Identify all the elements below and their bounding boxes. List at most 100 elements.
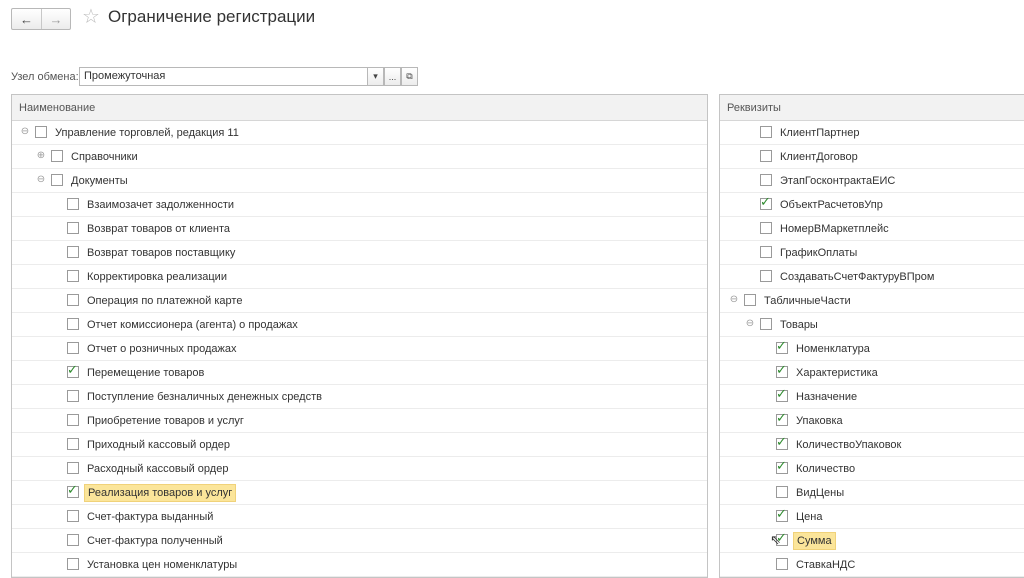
tree-row[interactable]: ✓ КоличествоУпаковок xyxy=(720,433,1024,457)
tree-row[interactable]: ✓ Количество xyxy=(720,457,1024,481)
tree-row[interactable]: ⊖ ТабличныеЧасти xyxy=(720,289,1024,313)
row-checkbox[interactable]: ✓ xyxy=(67,363,79,378)
tree-row[interactable]: Возврат товаров от клиента xyxy=(12,217,707,241)
tree-row[interactable]: Счет-фактура полученный xyxy=(12,529,707,553)
collapse-icon[interactable]: ⊖ xyxy=(36,175,46,185)
tree-row[interactable]: Возврат товаров поставщику xyxy=(12,241,707,265)
row-label: Возврат товаров поставщику xyxy=(87,247,236,259)
tree-row[interactable]: Операция по платежной карте xyxy=(12,289,707,313)
row-checkbox[interactable]: ✓ xyxy=(776,435,788,450)
open-icon[interactable]: ⧉ xyxy=(401,67,418,86)
tree-row[interactable]: ЭтапГосконтрактаЕИС xyxy=(720,169,1024,193)
expand-icon[interactable]: ⊕ xyxy=(36,151,46,161)
row-label: Цена xyxy=(796,511,823,523)
row-checkbox[interactable]: ✓ xyxy=(67,483,79,498)
dropdown-icon[interactable]: ▾ xyxy=(367,67,384,86)
star-icon[interactable]: ☆ xyxy=(80,6,102,28)
row-checkbox[interactable] xyxy=(744,294,756,306)
tree-row[interactable]: Взаимозачет задолженности xyxy=(12,193,707,217)
column-header-attributes[interactable]: Реквизиты xyxy=(720,95,1024,121)
row-label: КлиентПартнер xyxy=(780,127,860,139)
row-checkbox[interactable] xyxy=(67,534,79,546)
tree-row[interactable]: ⊕ Справочники xyxy=(12,145,707,169)
column-header-name[interactable]: Наименование xyxy=(12,95,707,121)
row-checkbox[interactable] xyxy=(67,438,79,450)
mouse-cursor-icon: ⇖ xyxy=(770,532,781,547)
tree-row[interactable]: КлиентДоговор xyxy=(720,145,1024,169)
tree-row[interactable]: ⊖ Товары xyxy=(720,313,1024,337)
row-checkbox[interactable] xyxy=(67,318,79,330)
tree-row[interactable]: ✓ Сумма ⇖ xyxy=(720,529,1024,553)
tree-row[interactable]: ✓ Номенклатура xyxy=(720,337,1024,361)
row-checkbox[interactable] xyxy=(67,390,79,402)
row-checkbox[interactable] xyxy=(67,198,79,210)
row-checkbox[interactable] xyxy=(67,222,79,234)
row-label: СтавкаНДС xyxy=(796,559,856,571)
tree-row[interactable]: ✓ Характеристика xyxy=(720,361,1024,385)
row-checkbox[interactable] xyxy=(67,270,79,282)
tree-row[interactable]: Счет-фактура выданный xyxy=(12,505,707,529)
row-checkbox[interactable]: ✓ xyxy=(776,507,788,522)
row-checkbox[interactable] xyxy=(51,150,63,162)
row-checkbox[interactable] xyxy=(67,510,79,522)
row-checkbox[interactable] xyxy=(67,558,79,570)
row-checkbox[interactable]: ✓ xyxy=(776,387,788,402)
tree-row[interactable]: СтавкаНДС xyxy=(720,553,1024,577)
collapse-icon[interactable]: ⊖ xyxy=(729,295,739,305)
exchange-node-label: Узел обмена: xyxy=(11,71,79,83)
row-checkbox[interactable] xyxy=(776,558,788,570)
tree-row[interactable]: Расходный кассовый ордер xyxy=(12,457,707,481)
row-checkbox[interactable]: ✓ xyxy=(776,459,788,474)
exchange-node-input[interactable]: Промежуточная xyxy=(79,67,368,86)
tree-row[interactable]: ✓ Цена xyxy=(720,505,1024,529)
tree-row[interactable]: ✓ Перемещение товаров xyxy=(12,361,707,385)
page-title: Ограничение регистрации xyxy=(108,7,316,26)
tree-row[interactable]: НомерВМаркетплейс xyxy=(720,217,1024,241)
tree-row[interactable]: КлиентПартнер xyxy=(720,121,1024,145)
row-checkbox[interactable] xyxy=(67,342,79,354)
tree-row[interactable]: ВидЦены xyxy=(720,481,1024,505)
choose-button[interactable]: ... xyxy=(384,67,401,86)
tree-row[interactable]: ✓ Упаковка xyxy=(720,409,1024,433)
row-checkbox[interactable]: ✓ xyxy=(760,194,772,210)
row-checkbox[interactable] xyxy=(760,150,772,162)
tree-row[interactable]: ⊖ Документы xyxy=(12,169,707,193)
row-checkbox[interactable] xyxy=(776,486,788,498)
row-checkbox[interactable] xyxy=(760,318,772,330)
row-checkbox[interactable] xyxy=(760,174,772,186)
tree-row[interactable]: Отчет о розничных продажах xyxy=(12,337,707,361)
row-checkbox[interactable] xyxy=(760,246,772,258)
collapse-icon[interactable]: ⊖ xyxy=(20,127,30,137)
collapse-icon[interactable]: ⊖ xyxy=(745,319,755,329)
row-checkbox[interactable] xyxy=(760,222,772,234)
tree-row[interactable]: ✓ ОбъектРасчетовУпр xyxy=(720,193,1024,217)
row-checkbox[interactable]: ✓ xyxy=(776,338,788,354)
row-checkbox[interactable] xyxy=(67,294,79,306)
row-checkbox[interactable] xyxy=(67,246,79,258)
tree-row[interactable]: Приходный кассовый ордер xyxy=(12,433,707,457)
row-checkbox[interactable]: ✓ xyxy=(776,411,788,426)
row-checkbox[interactable] xyxy=(760,126,772,138)
tree-row[interactable]: Поступление безналичных денежных средств xyxy=(12,385,707,409)
tree-row[interactable]: Установка цен номенклатуры xyxy=(12,553,707,577)
tree-row[interactable]: Отчет комиссионера (агента) о продажах xyxy=(12,313,707,337)
tree-row[interactable]: ГрафикОплаты xyxy=(720,241,1024,265)
row-checkbox[interactable] xyxy=(67,462,79,474)
row-checkbox[interactable]: ✓ xyxy=(776,363,788,378)
tree-row[interactable]: Корректировка реализации xyxy=(12,265,707,289)
tree-row[interactable]: ⊖ Управление торговлей, редакция 11 xyxy=(12,121,707,145)
row-checkbox[interactable] xyxy=(35,126,47,138)
check-icon: ✓ xyxy=(760,194,771,209)
row-checkbox[interactable] xyxy=(760,270,772,282)
tree-row[interactable]: СоздаватьСчетФактуруВПром xyxy=(720,265,1024,289)
tree-row[interactable]: ✓ Реализация товаров и услуг xyxy=(12,481,707,505)
row-checkbox[interactable] xyxy=(67,414,79,426)
row-label: Корректировка реализации xyxy=(87,271,227,283)
tree-row[interactable]: ✓ Назначение xyxy=(720,385,1024,409)
tree-row[interactable]: Приобретение товаров и услуг xyxy=(12,409,707,433)
forward-arrow-icon[interactable]: → xyxy=(41,9,70,29)
row-checkbox[interactable] xyxy=(51,174,63,186)
row-label: КоличествоУпаковок xyxy=(796,439,902,451)
check-icon: ✓ xyxy=(776,338,787,353)
back-arrow-icon[interactable]: ← xyxy=(12,9,41,29)
